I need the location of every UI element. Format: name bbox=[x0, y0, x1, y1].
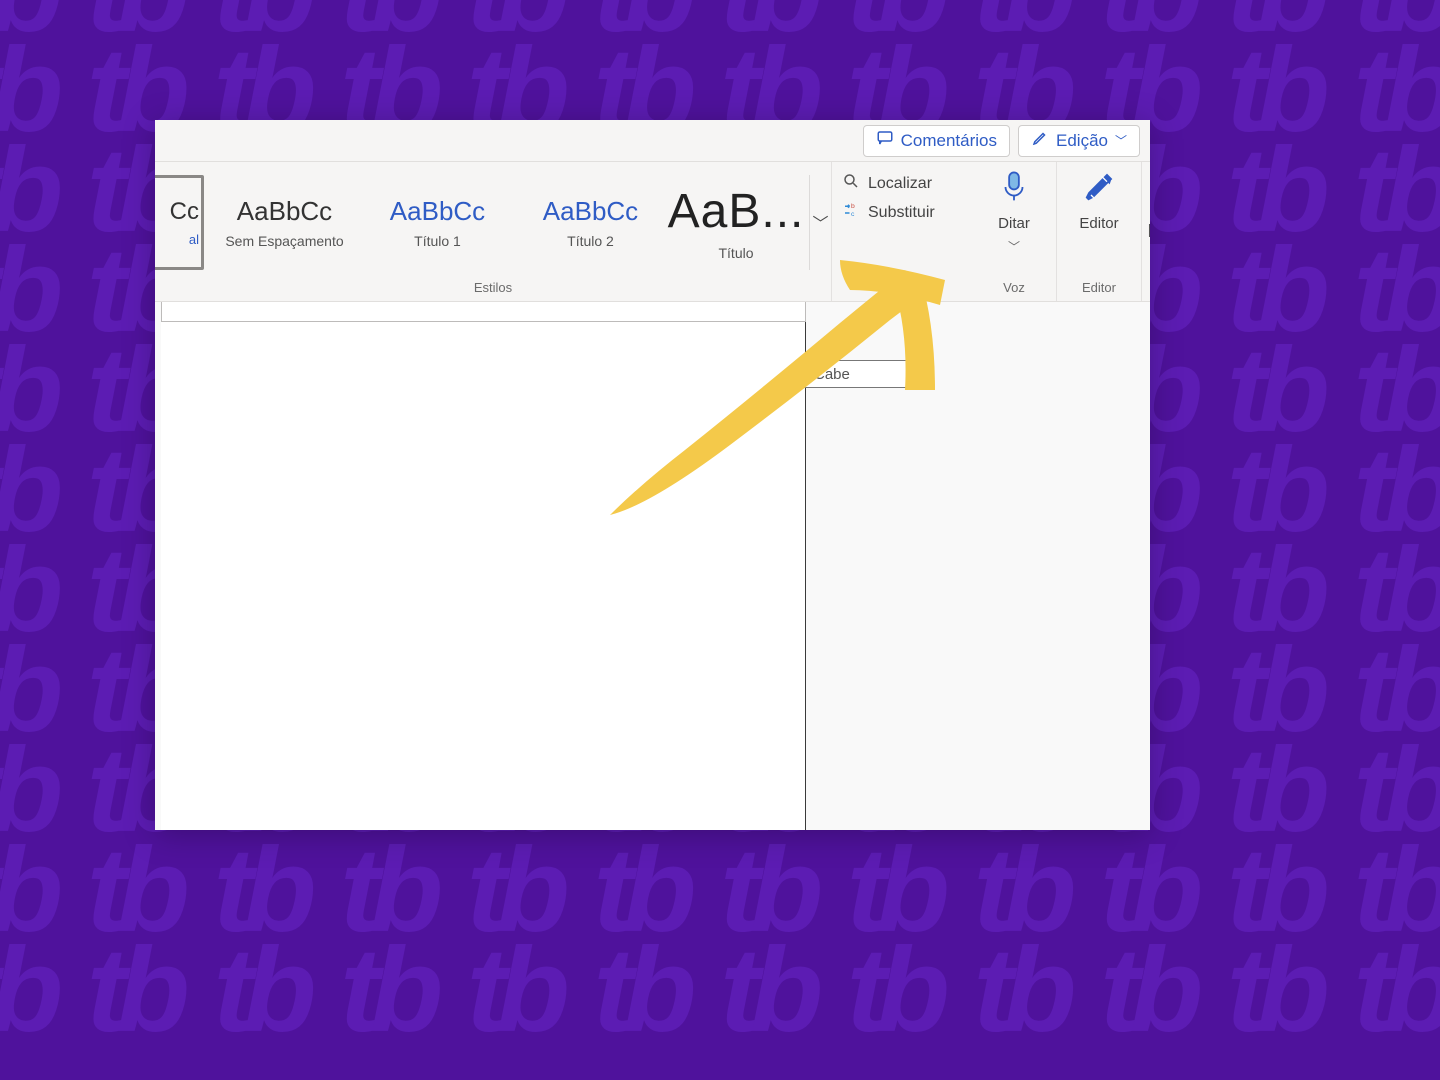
replace-button[interactable]: bc Substituir bbox=[842, 201, 964, 224]
voice-group-label: Voz bbox=[972, 276, 1056, 301]
comment-icon bbox=[876, 129, 894, 152]
find-button[interactable]: Localizar bbox=[842, 172, 964, 195]
chevron-down-icon: ﹀ bbox=[812, 210, 828, 234]
style-sample: AaBbCc bbox=[390, 196, 485, 227]
style-sample: Cc bbox=[170, 198, 199, 226]
dictate-label: Ditar bbox=[998, 215, 1030, 232]
svg-text:c: c bbox=[851, 211, 855, 218]
editing-group-label bbox=[832, 276, 972, 301]
comments-button[interactable]: Comentários bbox=[863, 125, 1010, 157]
styles-gallery: Cc al AaBbCc Sem Espaçamento AaBbCc Títu… bbox=[155, 162, 831, 276]
style-normal[interactable]: Cc al bbox=[155, 175, 204, 270]
editing-mode-button[interactable]: Edição ﹀ bbox=[1018, 125, 1140, 157]
title-actions-bar: Comentários Edição ﹀ bbox=[155, 120, 1150, 162]
comments-label: Comentários bbox=[901, 131, 997, 151]
styles-group: Cc al AaBbCc Sem Espaçamento AaBbCc Títu… bbox=[155, 162, 832, 301]
editor-group-label: Editor bbox=[1057, 276, 1141, 301]
style-sample: AaB... bbox=[668, 184, 805, 239]
ruler-horizontal[interactable] bbox=[161, 302, 806, 322]
document-area: Cabe bbox=[155, 302, 1150, 830]
style-bigtitle[interactable]: AaB... Título bbox=[671, 175, 801, 270]
editor-group: Editor Editor bbox=[1057, 162, 1142, 301]
pencil-icon bbox=[1031, 129, 1049, 152]
style-sample: AaBbCc bbox=[237, 196, 332, 227]
voice-group: Ditar ﹀ Voz bbox=[972, 162, 1057, 301]
chevron-down-icon: ﹀ bbox=[1115, 132, 1127, 149]
editing-label: Edição bbox=[1056, 131, 1108, 151]
editor-pen-icon bbox=[1083, 170, 1115, 209]
search-icon bbox=[842, 172, 860, 195]
header-section-tag[interactable]: Cabe bbox=[803, 360, 911, 388]
style-sample: AaBbCc bbox=[543, 196, 638, 227]
styles-group-label: Estilos bbox=[155, 276, 831, 301]
style-name: Sem Espaçamento bbox=[225, 233, 343, 249]
style-nospacing[interactable]: AaBbCc Sem Espaçamento bbox=[212, 175, 357, 270]
cut-text: D bbox=[1148, 221, 1151, 242]
style-name: Título bbox=[718, 245, 753, 261]
ribbon-cut-right: D bbox=[1142, 162, 1150, 301]
ribbon: Cc al AaBbCc Sem Espaçamento AaBbCc Títu… bbox=[155, 162, 1150, 302]
svg-text:b: b bbox=[851, 203, 855, 210]
editor-button[interactable]: Editor bbox=[1057, 162, 1141, 276]
word-window: Comentários Edição ﹀ Cc al AaBbCc Sem Es bbox=[155, 120, 1150, 830]
find-label: Localizar bbox=[868, 175, 932, 193]
chevron-down-icon: ﹀ bbox=[1008, 238, 1020, 255]
style-title1[interactable]: AaBbCc Título 1 bbox=[365, 175, 510, 270]
style-name: al bbox=[189, 232, 199, 247]
style-title2[interactable]: AaBbCc Título 2 bbox=[518, 175, 663, 270]
style-name: Título 1 bbox=[414, 233, 461, 249]
dictate-button[interactable]: Ditar ﹀ bbox=[972, 162, 1056, 276]
replace-icon: bc bbox=[842, 201, 860, 224]
replace-label: Substituir bbox=[868, 204, 935, 222]
document-page[interactable] bbox=[161, 322, 806, 830]
header-tag-label: Cabe bbox=[814, 366, 850, 383]
microphone-icon bbox=[999, 170, 1029, 209]
style-name: Título 2 bbox=[567, 233, 614, 249]
styles-gallery-more[interactable]: ﹀ bbox=[809, 175, 831, 270]
editing-group: Localizar bc Substituir bbox=[832, 162, 972, 301]
editor-label: Editor bbox=[1079, 215, 1118, 232]
